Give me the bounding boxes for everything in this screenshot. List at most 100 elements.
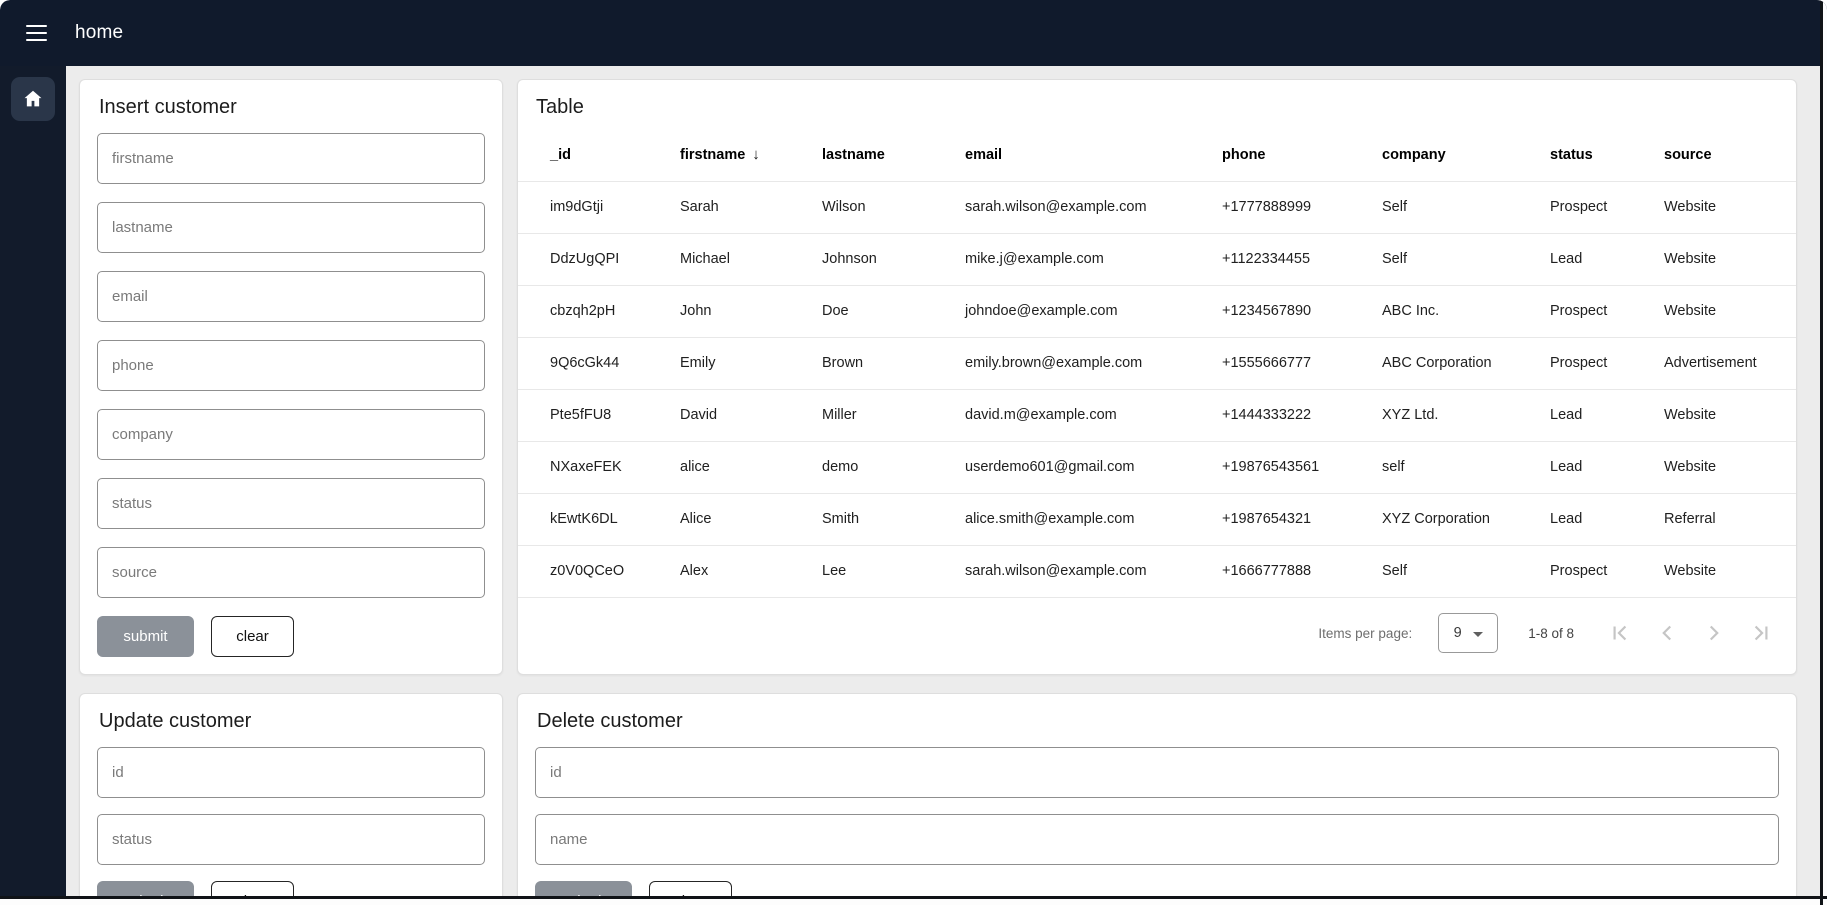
update-customer-title: Update customer [99,710,485,733]
column-header-status[interactable]: status [1549,129,1663,181]
cell-firstname: David [679,389,821,441]
items-per-page-label: Items per page: [1318,626,1412,641]
column-header-lastname[interactable]: lastname [821,129,964,181]
update-customer-card: Update customer submit clear [79,693,503,905]
column-header-source[interactable]: source [1663,129,1796,181]
source-field[interactable] [97,547,485,598]
cell-phone: +19876543561 [1221,441,1381,493]
cell-phone: +1666777888 [1221,545,1381,597]
table-row: NXaxeFEKalicedemouserdemo601@gmail.com+1… [518,441,1796,493]
lastname-field[interactable] [97,202,485,253]
window-edge-bottom-outer [0,899,1827,905]
cell-id: z0V0QCeO [518,545,679,597]
first-page-button[interactable] [1607,620,1633,646]
sort-arrow-icon: ↓ [752,146,760,163]
cell-firstname: Sarah [679,181,821,233]
window-edge-bottom [0,896,1827,899]
cell-email: sarah.wilson@example.com [964,181,1221,233]
paginator: Items per page: 9 1-8 of 8 [518,600,1796,674]
column-header-email[interactable]: email [964,129,1221,181]
cell-source: Website [1663,441,1796,493]
update-status-field[interactable] [97,814,485,865]
cell-status: Lead [1549,233,1663,285]
insert-clear-button[interactable]: clear [211,616,294,657]
cell-id: 9Q6cGk44 [518,337,679,389]
phone-field[interactable] [97,340,485,391]
cell-id: Pte5fFU8 [518,389,679,441]
table-card: Table _idfirstname ↓ lastname email phone com… [517,79,1797,675]
cell-company: XYZ Ltd. [1381,389,1549,441]
table-title: Table [536,96,1796,119]
status-field[interactable] [97,478,485,529]
cell-status: Prospect [1549,545,1663,597]
column-label: firstname [680,147,745,163]
page-size-select[interactable]: 9 [1438,613,1498,653]
cell-status: Prospect [1549,285,1663,337]
navbar: home [0,0,1827,66]
previous-page-button[interactable] [1654,620,1680,646]
cell-source: Referral [1663,493,1796,545]
cell-status: Prospect [1549,181,1663,233]
cell-status: Lead [1549,441,1663,493]
cell-email: mike.j@example.com [964,233,1221,285]
menu-button[interactable] [21,18,52,49]
next-page-button[interactable] [1701,620,1727,646]
cell-phone: +1234567890 [1221,285,1381,337]
column-label: phone [1222,147,1266,163]
home-icon [22,88,44,110]
company-field[interactable] [97,409,485,460]
cell-email: sarah.wilson@example.com [964,545,1221,597]
column-header-company[interactable]: company [1381,129,1549,181]
cell-lastname: Lee [821,545,964,597]
email-field[interactable] [97,271,485,322]
delete-customer-card: Delete customer submit clear [517,693,1797,905]
cell-firstname: Michael [679,233,821,285]
delete-name-field[interactable] [535,814,1779,865]
cell-lastname: Wilson [821,181,964,233]
table-row: kEwtK6DLAliceSmithalice.smith@example.co… [518,493,1796,545]
table-row: DdzUgQPIMichaelJohnsonmike.j@example.com… [518,233,1796,285]
window-edge-right-outer [1823,0,1827,905]
column-header-id[interactable]: _id [518,129,679,181]
cell-phone: +1987654321 [1221,493,1381,545]
cell-source: Website [1663,545,1796,597]
insert-customer-title: Insert customer [99,96,485,119]
main-content: Insert customer submit clear Table _idfi… [66,66,1827,905]
cell-firstname: Emily [679,337,821,389]
delete-customer-title: Delete customer [537,710,1779,733]
range-label: 1-8 of 8 [1528,626,1574,641]
cell-email: emily.brown@example.com [964,337,1221,389]
column-label: email [965,147,1002,163]
update-id-field[interactable] [97,747,485,798]
cell-lastname: Brown [821,337,964,389]
column-label: lastname [822,147,885,163]
cell-lastname: Miller [821,389,964,441]
last-page-icon [1748,620,1774,646]
table-row: Pte5fFU8DavidMillerdavid.m@example.com+1… [518,389,1796,441]
cell-id: DdzUgQPI [518,233,679,285]
firstname-field[interactable] [97,133,485,184]
column-label: source [1664,147,1712,163]
cell-lastname: Smith [821,493,964,545]
chevron-left-icon [1654,620,1680,646]
column-header-phone[interactable]: phone [1221,129,1381,181]
caret-down-icon [1473,632,1483,637]
cell-company: ABC Corporation [1381,337,1549,389]
cell-company: self [1381,441,1549,493]
cell-source: Website [1663,285,1796,337]
table-row: cbzqh2pHJohnDoejohndoe@example.com+12345… [518,285,1796,337]
delete-id-field[interactable] [535,747,1779,798]
insert-submit-button[interactable]: submit [97,616,194,657]
cell-email: johndoe@example.com [964,285,1221,337]
cell-status: Lead [1549,389,1663,441]
last-page-button[interactable] [1748,620,1774,646]
column-header-firstname[interactable]: firstname ↓ [679,129,821,181]
table-header-row: _idfirstname ↓ lastname email phone companyst… [518,129,1796,181]
first-page-icon [1607,620,1633,646]
cell-id: kEwtK6DL [518,493,679,545]
cell-company: ABC Inc. [1381,285,1549,337]
cell-company: Self [1381,545,1549,597]
insert-customer-card: Insert customer submit clear [79,79,503,675]
sidebar-item-home[interactable] [11,77,55,121]
cell-source: Website [1663,233,1796,285]
